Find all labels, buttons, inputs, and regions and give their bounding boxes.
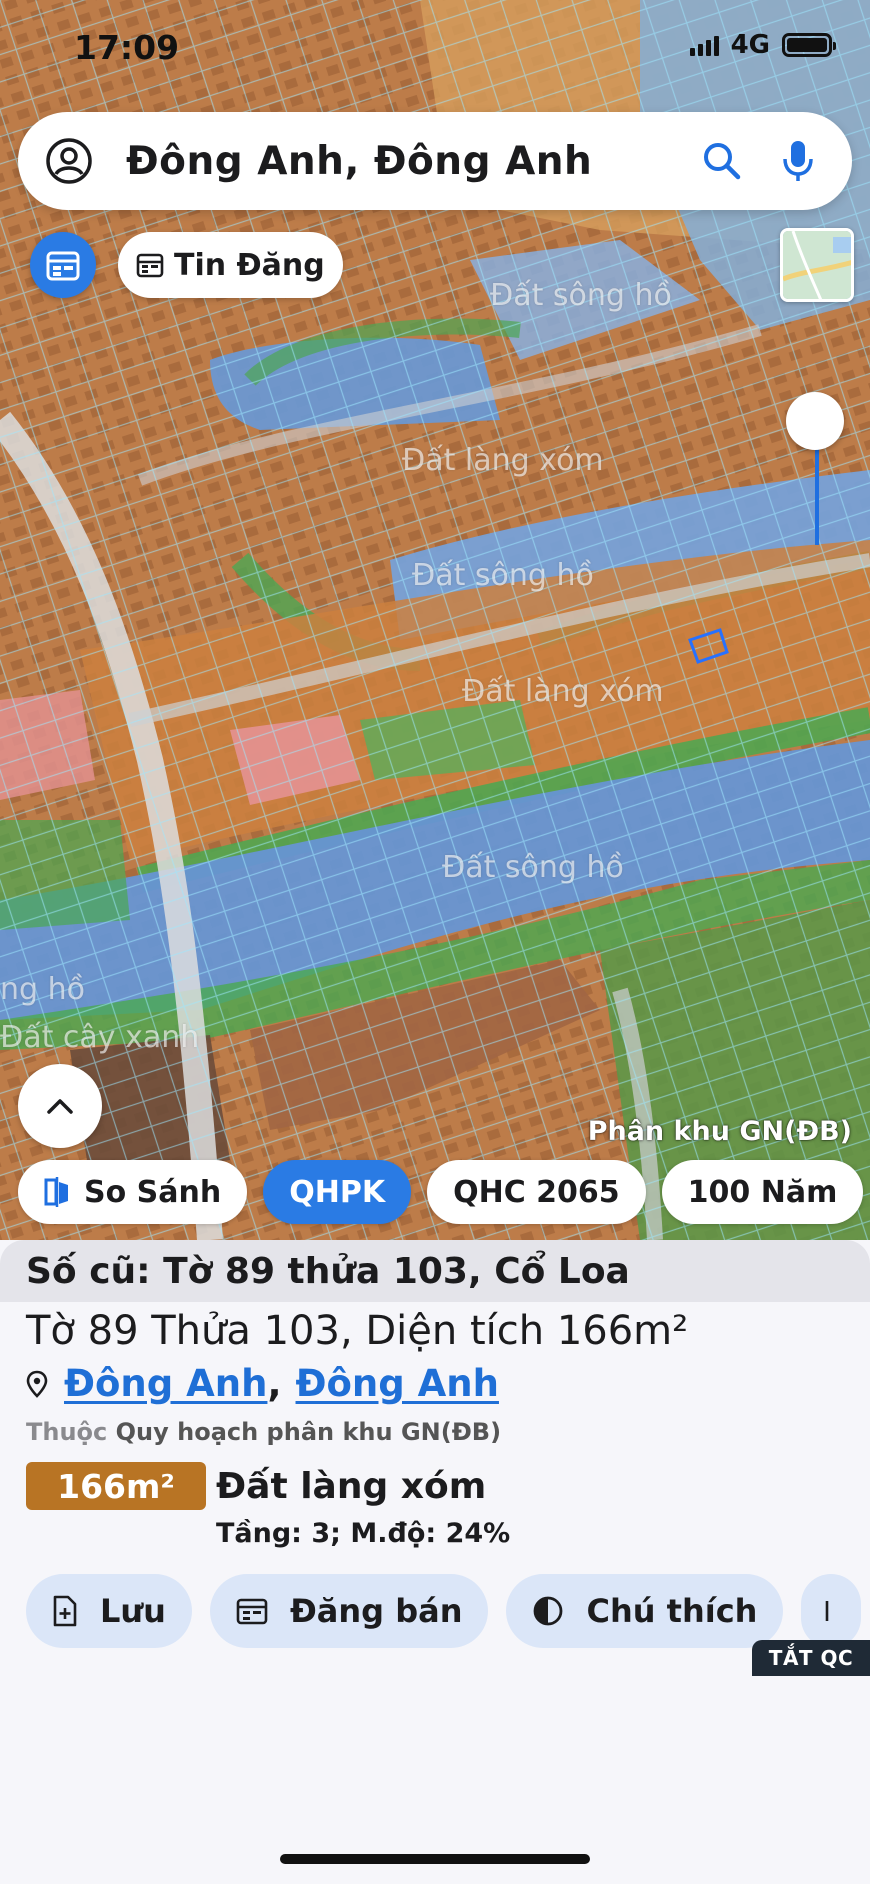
post-sale-label: Đăng bán bbox=[289, 1592, 463, 1630]
search-input[interactable]: Đông Anh, Đông Anh bbox=[126, 139, 670, 184]
search-bar[interactable]: Đông Anh, Đông Anh bbox=[18, 112, 852, 210]
layer-chip-qhpk[interactable]: QHPK bbox=[263, 1160, 412, 1224]
opacity-slider-track[interactable] bbox=[815, 440, 819, 545]
document-add-icon bbox=[53, 1595, 77, 1627]
save-button[interactable]: Lưu bbox=[26, 1574, 192, 1648]
status-time: 17:09 bbox=[74, 28, 180, 67]
parcel-title: Tờ 89 Thửa 103, Diện tích 166m² bbox=[26, 1308, 689, 1354]
home-indicator[interactable] bbox=[280, 1854, 590, 1864]
commune-link[interactable]: Đông Anh bbox=[296, 1362, 499, 1405]
compare-icon bbox=[44, 1177, 68, 1207]
compare-button[interactable]: So Sánh bbox=[18, 1160, 248, 1224]
map-zone-label: Đất sông hồ bbox=[412, 558, 594, 593]
calendar-icon bbox=[136, 253, 164, 278]
map-zone-label: Đất làng xóm bbox=[462, 674, 664, 709]
add-icon bbox=[826, 1601, 829, 1621]
hide-ads-tag[interactable]: TẮT QC bbox=[752, 1640, 870, 1676]
land-type: Đất làng xóm bbox=[216, 1465, 487, 1507]
search-icon[interactable] bbox=[698, 137, 746, 185]
calendar-icon bbox=[236, 1598, 268, 1625]
expand-panel-button[interactable] bbox=[18, 1064, 102, 1148]
microphone-icon[interactable] bbox=[774, 137, 822, 185]
district-link[interactable]: Đông Anh bbox=[64, 1362, 267, 1405]
listing-toggle-button[interactable] bbox=[30, 232, 96, 298]
half-circle-icon bbox=[534, 1596, 563, 1626]
location-pin-icon bbox=[26, 1370, 48, 1398]
map-view[interactable]: Đất sông hồ Đất làng xóm Đất sông hồ Đất… bbox=[0, 0, 870, 1240]
opacity-slider-handle[interactable] bbox=[786, 392, 844, 450]
more-action-button[interactable] bbox=[801, 1574, 862, 1648]
user-circle-icon[interactable] bbox=[44, 136, 94, 186]
save-label: Lưu bbox=[100, 1592, 166, 1630]
chevron-up-icon bbox=[47, 1099, 73, 1114]
map-type-switcher[interactable] bbox=[780, 228, 854, 302]
listing-icon bbox=[46, 251, 80, 281]
signal-icon bbox=[689, 34, 719, 56]
legend-button[interactable]: Chú thích bbox=[506, 1574, 784, 1648]
plan-reference: Thuộc Quy hoạch phân khu GN(ĐB) bbox=[26, 1418, 501, 1446]
area-badge: 166m² bbox=[26, 1462, 206, 1510]
battery-icon bbox=[782, 33, 836, 57]
compare-label: So Sánh bbox=[84, 1174, 222, 1210]
parcel-location: Đông Anh, Đông Anh bbox=[26, 1362, 499, 1405]
post-sale-button[interactable]: Đăng bán bbox=[209, 1574, 489, 1648]
plan-prefix: Thuộc bbox=[26, 1418, 108, 1446]
map-zone-label: Đất sông hồ bbox=[490, 278, 672, 313]
layer-chip-100-nam[interactable]: 100 Năm bbox=[661, 1160, 864, 1224]
network-type: 4G bbox=[730, 30, 770, 60]
map-zone-label: Đất sông hồ bbox=[442, 850, 624, 885]
subzone-label: Phân khu GN(ĐB) bbox=[587, 1116, 852, 1147]
layer-chip-bar[interactable]: So Sánh QHPK QHC 2065 100 Năm QH bbox=[18, 1160, 870, 1224]
old-reference-bar: Số cũ: Tờ 89 thửa 103, Cổ Loa bbox=[0, 1240, 870, 1302]
old-reference: Số cũ: Tờ 89 thửa 103, Cổ Loa bbox=[26, 1250, 630, 1292]
layer-chip-qhc-2065[interactable]: QHC 2065 bbox=[427, 1160, 646, 1224]
plan-name: Quy hoạch phân khu GN(ĐB) bbox=[115, 1418, 502, 1446]
status-indicators: 4G bbox=[689, 30, 836, 60]
listing-chip-label: Tin Đăng bbox=[174, 247, 325, 283]
map-zone-label: Đất cây xanh bbox=[0, 1020, 200, 1055]
listing-chip[interactable]: Tin Đăng bbox=[118, 232, 343, 298]
map-zone-label: Đất làng xóm bbox=[402, 443, 604, 478]
parcel-info-sheet: Số cũ: Tờ 89 thửa 103, Cổ Loa Tờ 89 Thửa… bbox=[0, 1240, 870, 1884]
action-bar[interactable]: Lưu Đăng bán Chú thích bbox=[26, 1574, 862, 1648]
map-zone-label: ng hồ bbox=[0, 972, 85, 1007]
density-info: Tầng: 3; M.độ: 24% bbox=[216, 1518, 511, 1549]
legend-label: Chú thích bbox=[586, 1592, 758, 1630]
